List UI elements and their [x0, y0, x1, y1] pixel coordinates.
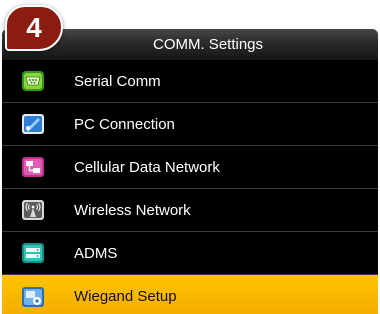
- menu-item-cellular-data-network[interactable]: Cellular Data Network: [2, 146, 378, 189]
- page-title: COMM. Settings: [152, 36, 264, 53]
- cellular-network-icon: [19, 155, 47, 179]
- wiegand-setup-icon: [19, 285, 47, 309]
- menu-item-label: Serial Comm: [74, 72, 161, 90]
- menu-item-serial-comm[interactable]: Serial Comm: [2, 60, 378, 103]
- menu-item-label: PC Connection: [74, 115, 175, 133]
- serial-port-icon: [19, 69, 47, 93]
- menu-item-wireless-network[interactable]: Wireless Network: [2, 189, 378, 232]
- device-screen: COMM. Settings Serial Comm PC Connection…: [2, 29, 378, 314]
- menu-item-adms[interactable]: ADMS: [2, 232, 378, 275]
- pc-connection-icon: [19, 112, 47, 136]
- menu-item-pc-connection[interactable]: PC Connection: [2, 103, 378, 146]
- menu-item-label: ADMS: [74, 244, 118, 262]
- menu-item-label: Wiegand Setup: [74, 288, 177, 305]
- menu-item-wiegand-setup[interactable]: Wiegand Setup: [2, 275, 378, 314]
- menu-item-label: Cellular Data Network: [74, 158, 220, 176]
- comm-settings-menu: Serial Comm PC Connection Cellular Data …: [2, 60, 378, 314]
- adms-server-icon: [19, 241, 47, 265]
- wireless-antenna-icon: [19, 198, 47, 222]
- menu-item-label: Wireless Network: [74, 201, 191, 219]
- step-number-badge: 4: [5, 5, 63, 51]
